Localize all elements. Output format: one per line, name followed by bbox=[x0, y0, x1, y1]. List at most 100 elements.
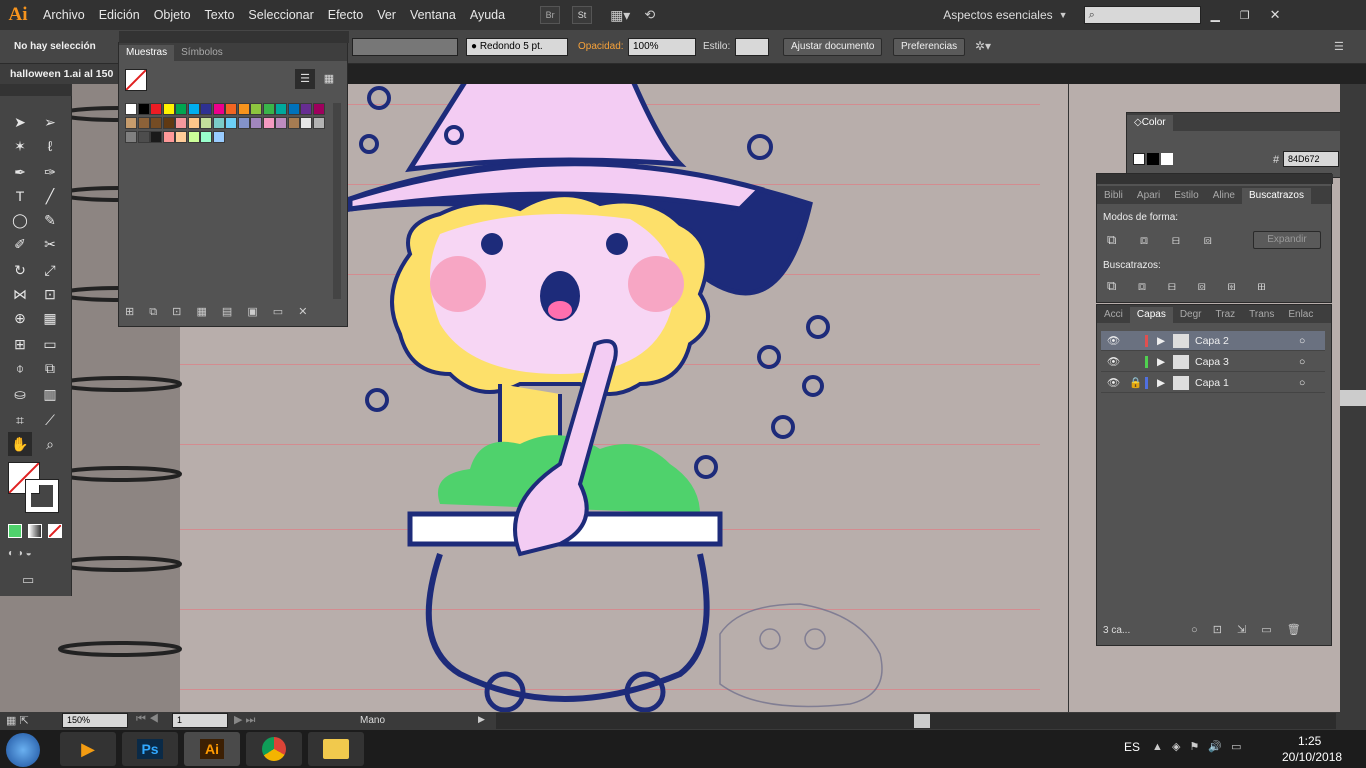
vertical-scrollbar[interactable] bbox=[1340, 84, 1366, 712]
color-mode-button[interactable] bbox=[8, 524, 22, 538]
tab-degradado[interactable]: Degr bbox=[1173, 307, 1209, 323]
curvature-tool-icon[interactable]: ✑ bbox=[38, 160, 62, 184]
bridge-button[interactable]: Br bbox=[540, 6, 561, 24]
color-swatch[interactable] bbox=[162, 117, 175, 129]
tab-capas[interactable]: Capas bbox=[1129, 307, 1173, 323]
color-swatch[interactable] bbox=[262, 103, 275, 115]
color-swatch[interactable] bbox=[137, 117, 150, 129]
layer-row[interactable]: 👁 ▶ Capa 2 ○ bbox=[1101, 331, 1325, 351]
eyedropper-tool-icon[interactable]: ⌽ bbox=[8, 356, 32, 380]
expand-button[interactable]: Expandir bbox=[1253, 231, 1321, 249]
color-swatch[interactable] bbox=[275, 103, 287, 115]
menu-archivo[interactable]: Archivo bbox=[36, 0, 92, 30]
color-swatch[interactable] bbox=[237, 117, 250, 129]
expand-triangle-icon[interactable]: ▶ bbox=[1157, 373, 1165, 393]
direct-selection-tool-icon[interactable]: ➢ bbox=[38, 110, 62, 134]
layers-footer-icons[interactable]: ○ ⊡ ⇲ ▭ 🗑 bbox=[1191, 623, 1301, 636]
tab-bibliotecas[interactable]: Bibli bbox=[1097, 188, 1130, 204]
scissors-tool-icon[interactable]: ✂ bbox=[38, 232, 62, 256]
line-tool-icon[interactable]: ╱ bbox=[38, 184, 62, 208]
eye-icon[interactable]: 👁 bbox=[1107, 373, 1120, 393]
hand-tool-icon[interactable]: ✋ bbox=[8, 432, 32, 456]
stock-button[interactable]: St bbox=[572, 6, 593, 24]
scroll-thumb[interactable] bbox=[1340, 390, 1366, 406]
ellipse-tool-icon[interactable]: ◯ bbox=[8, 208, 32, 232]
list-view-icon[interactable]: ☰ bbox=[295, 69, 315, 89]
color-swatch[interactable] bbox=[200, 131, 212, 143]
menu-edicion[interactable]: Edición bbox=[92, 0, 147, 30]
color-swatch[interactable] bbox=[175, 103, 187, 115]
color-swatch[interactable] bbox=[312, 117, 325, 129]
color-swatch[interactable] bbox=[137, 103, 150, 115]
color-swatch[interactable] bbox=[187, 103, 200, 115]
style-select[interactable] bbox=[735, 38, 769, 56]
color-swatch[interactable] bbox=[187, 117, 200, 129]
tab-color[interactable]: ◇Color bbox=[1127, 115, 1173, 131]
layer-name[interactable]: Capa 3 bbox=[1195, 352, 1229, 372]
color-swatch[interactable] bbox=[150, 131, 162, 143]
artboard-tool-icon[interactable]: ⌗ bbox=[8, 408, 32, 432]
none-mode-button[interactable] bbox=[48, 524, 62, 538]
tab-buscatrazos[interactable]: Buscatrazos bbox=[1241, 188, 1311, 204]
expand-triangle-icon[interactable]: ▶ bbox=[1157, 331, 1165, 351]
opacity-label[interactable]: Opacidad: bbox=[578, 41, 624, 52]
photoshop-icon[interactable]: Ps bbox=[122, 732, 178, 766]
color-swatch[interactable] bbox=[150, 117, 162, 129]
clock-time[interactable]: 1:25 bbox=[1298, 734, 1321, 748]
start-button[interactable] bbox=[6, 733, 40, 767]
tab-trazo[interactable]: Traz bbox=[1209, 307, 1243, 323]
preferences-button[interactable]: Preferencias bbox=[893, 38, 966, 56]
column-graph-tool-icon[interactable]: ▥ bbox=[38, 382, 62, 406]
rotate-tool-icon[interactable]: ↻ bbox=[8, 258, 32, 282]
scale-tool-icon[interactable]: ⤢ bbox=[38, 258, 62, 282]
language-indicator[interactable]: ES bbox=[1124, 740, 1140, 754]
chrome-icon[interactable] bbox=[246, 732, 302, 766]
color-swatch[interactable] bbox=[212, 117, 225, 129]
tools-panel-header[interactable] bbox=[0, 84, 72, 96]
zoom-field[interactable]: 150% bbox=[62, 713, 128, 728]
perspective-grid-tool-icon[interactable]: ▦ bbox=[38, 306, 62, 330]
document-tab[interactable]: halloween 1.ai al 150 bbox=[0, 64, 120, 84]
chevron-down-icon[interactable]: ▼ bbox=[1059, 10, 1068, 20]
menu-seleccionar[interactable]: Seleccionar bbox=[241, 0, 320, 30]
tray-icons[interactable]: ▲ ◈ ⚑ 🔊 ▭ bbox=[1152, 740, 1242, 753]
restore-icon[interactable]: ❐ bbox=[1240, 9, 1250, 22]
eye-icon[interactable]: 👁 bbox=[1107, 331, 1120, 351]
draw-mode-icons[interactable]: ◐ ◑ ◒ bbox=[8, 548, 64, 562]
gpu-performance-icon[interactable]: ⟲ bbox=[644, 7, 655, 23]
color-swatch[interactable] bbox=[125, 103, 137, 115]
layer-name[interactable]: Capa 2 bbox=[1195, 331, 1229, 351]
clock-date[interactable]: 20/10/2018 bbox=[1282, 750, 1342, 764]
color-swatch[interactable] bbox=[125, 117, 137, 129]
color-swatch[interactable] bbox=[300, 117, 312, 129]
page-nav-last-icon[interactable]: ▶ ⏭ bbox=[234, 713, 255, 727]
illustrator-icon[interactable]: Ai bbox=[184, 732, 240, 766]
color-swatch[interactable] bbox=[187, 131, 200, 143]
type-tool-icon[interactable]: T bbox=[8, 184, 32, 208]
grid-view-icon[interactable]: ▦ bbox=[319, 69, 339, 89]
lasso-tool-icon[interactable]: ℓ bbox=[38, 134, 62, 158]
pathfinder-buttons[interactable]: ⧉ ⧈ ⊟ ⧇ ⧆ ⊞ bbox=[1107, 278, 1266, 294]
tab-acciones[interactable]: Acci bbox=[1097, 307, 1130, 323]
stroke-weight-field[interactable] bbox=[352, 38, 458, 56]
scroll-thumb[interactable] bbox=[914, 714, 930, 728]
tab-muestras[interactable]: Muestras bbox=[119, 45, 175, 61]
color-swatch[interactable] bbox=[175, 117, 187, 129]
color-swatch[interactable] bbox=[225, 117, 237, 129]
color-swatch[interactable] bbox=[262, 117, 275, 129]
close-icon[interactable]: ✕ bbox=[1270, 7, 1281, 23]
width-tool-icon[interactable]: ⋈ bbox=[8, 282, 32, 306]
blend-tool-icon[interactable]: ⧉ bbox=[38, 356, 62, 380]
target-icon[interactable]: ○ bbox=[1299, 352, 1305, 372]
color-swatch[interactable] bbox=[212, 103, 225, 115]
layer-row[interactable]: 👁 ▶ Capa 3 ○ bbox=[1101, 352, 1325, 372]
black-swatch[interactable] bbox=[1147, 153, 1159, 165]
page-nav-first-icon[interactable]: ⏮ ◀ bbox=[136, 713, 159, 726]
color-swatch[interactable] bbox=[200, 117, 212, 129]
tab-alinear[interactable]: Aline bbox=[1206, 188, 1242, 204]
screen-mode-icon[interactable]: ▭ bbox=[22, 572, 46, 588]
tab-simbolos[interactable]: Símbolos bbox=[174, 45, 230, 61]
pen-tool-icon[interactable]: ✒ bbox=[8, 160, 32, 184]
file-explorer-icon[interactable] bbox=[308, 732, 364, 766]
swatch-grid[interactable] bbox=[125, 103, 325, 263]
